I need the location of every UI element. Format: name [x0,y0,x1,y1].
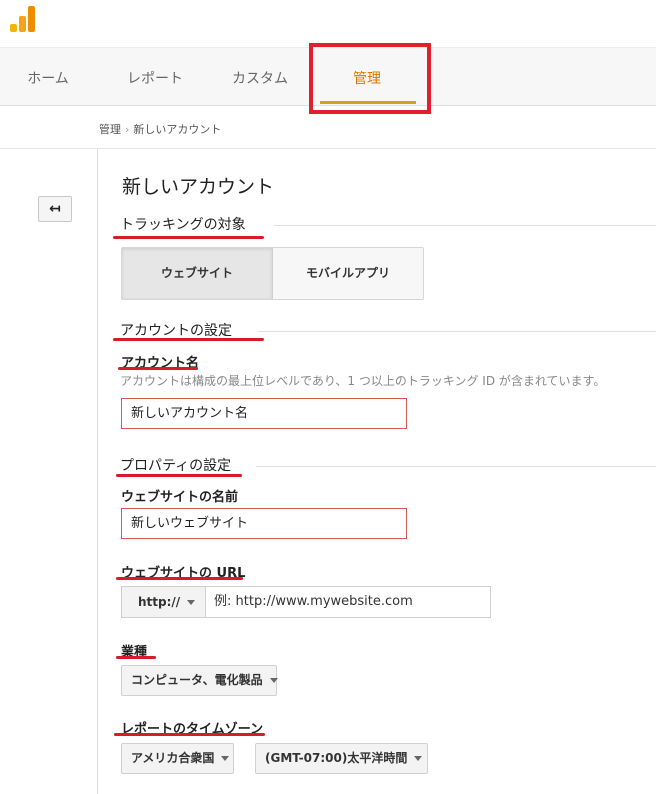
tab-custom[interactable]: カスタム [218,48,302,106]
timezone-select[interactable]: (GMT-07:00)太平洋時間 [255,743,428,774]
tracking-type-toggle: ウェブサイト モバイルアプリ [121,247,424,300]
chevron-down-icon [221,756,230,761]
account-name-input[interactable]: 新しいアカウント名 [121,398,407,429]
breadcrumb-separator: › [125,123,130,136]
tab-reports[interactable]: レポート [113,48,197,106]
chevron-down-icon [269,678,278,683]
breadcrumb-divider [0,148,656,149]
page-title: 新しいアカウント [122,176,275,198]
industry-select[interactable]: コンピュータ、電化製品 [121,665,278,696]
left-rail-divider [97,149,98,794]
chevron-down-icon [187,600,196,605]
tracking-option-mobile-app[interactable]: モバイルアプリ [273,248,423,299]
breadcrumb: 管理 › 新しいアカウント [99,121,221,137]
back-button[interactable]: ↤ [38,196,72,222]
account-help-text: アカウントは構成の最上位レベルであり、1 つ以上のトラッキング ID が含まれて… [120,374,606,388]
url-protocol-value: http:// [138,595,181,609]
top-bar [0,0,656,48]
url-protocol-select[interactable]: http:// [121,586,206,618]
timezone-value: (GMT-07:00)太平洋時間 [265,751,408,765]
section-divider [256,466,656,467]
timezone-country-select[interactable]: アメリカ合衆国 [121,743,234,774]
tab-home[interactable]: ホーム [8,48,88,106]
annotation-underline [116,474,242,477]
analytics-logo-icon[interactable] [10,4,38,32]
section-divider [274,225,656,226]
industry-value: コンピュータ、電化製品 [131,673,263,687]
tracking-option-website[interactable]: ウェブサイト [122,248,273,299]
admin-tab-highlight-annotation [309,43,431,114]
annotation-underline [113,338,264,341]
website-name-input[interactable]: 新しいウェブサイト [121,508,407,539]
chevron-down-icon [414,756,423,761]
account-settings-title: アカウントの設定 [120,323,232,339]
section-divider [258,331,656,332]
annotation-underline [116,577,243,580]
tracking-section-title: トラッキングの対象 [120,217,246,233]
back-arrow-icon: ↤ [49,201,61,217]
breadcrumb-new-account: 新しいアカウント [133,123,222,136]
website-name-label: ウェブサイトの名前 [121,490,239,505]
annotation-underline [114,733,265,736]
annotation-underline [113,236,264,239]
annotation-underline [118,367,198,370]
annotation-underline [116,656,156,659]
property-settings-title: プロパティの設定 [120,458,232,474]
timezone-country-value: アメリカ合衆国 [131,751,215,765]
website-url-input[interactable]: 例: http://www.mywebsite.com [205,586,491,618]
breadcrumb-admin[interactable]: 管理 [99,123,121,136]
